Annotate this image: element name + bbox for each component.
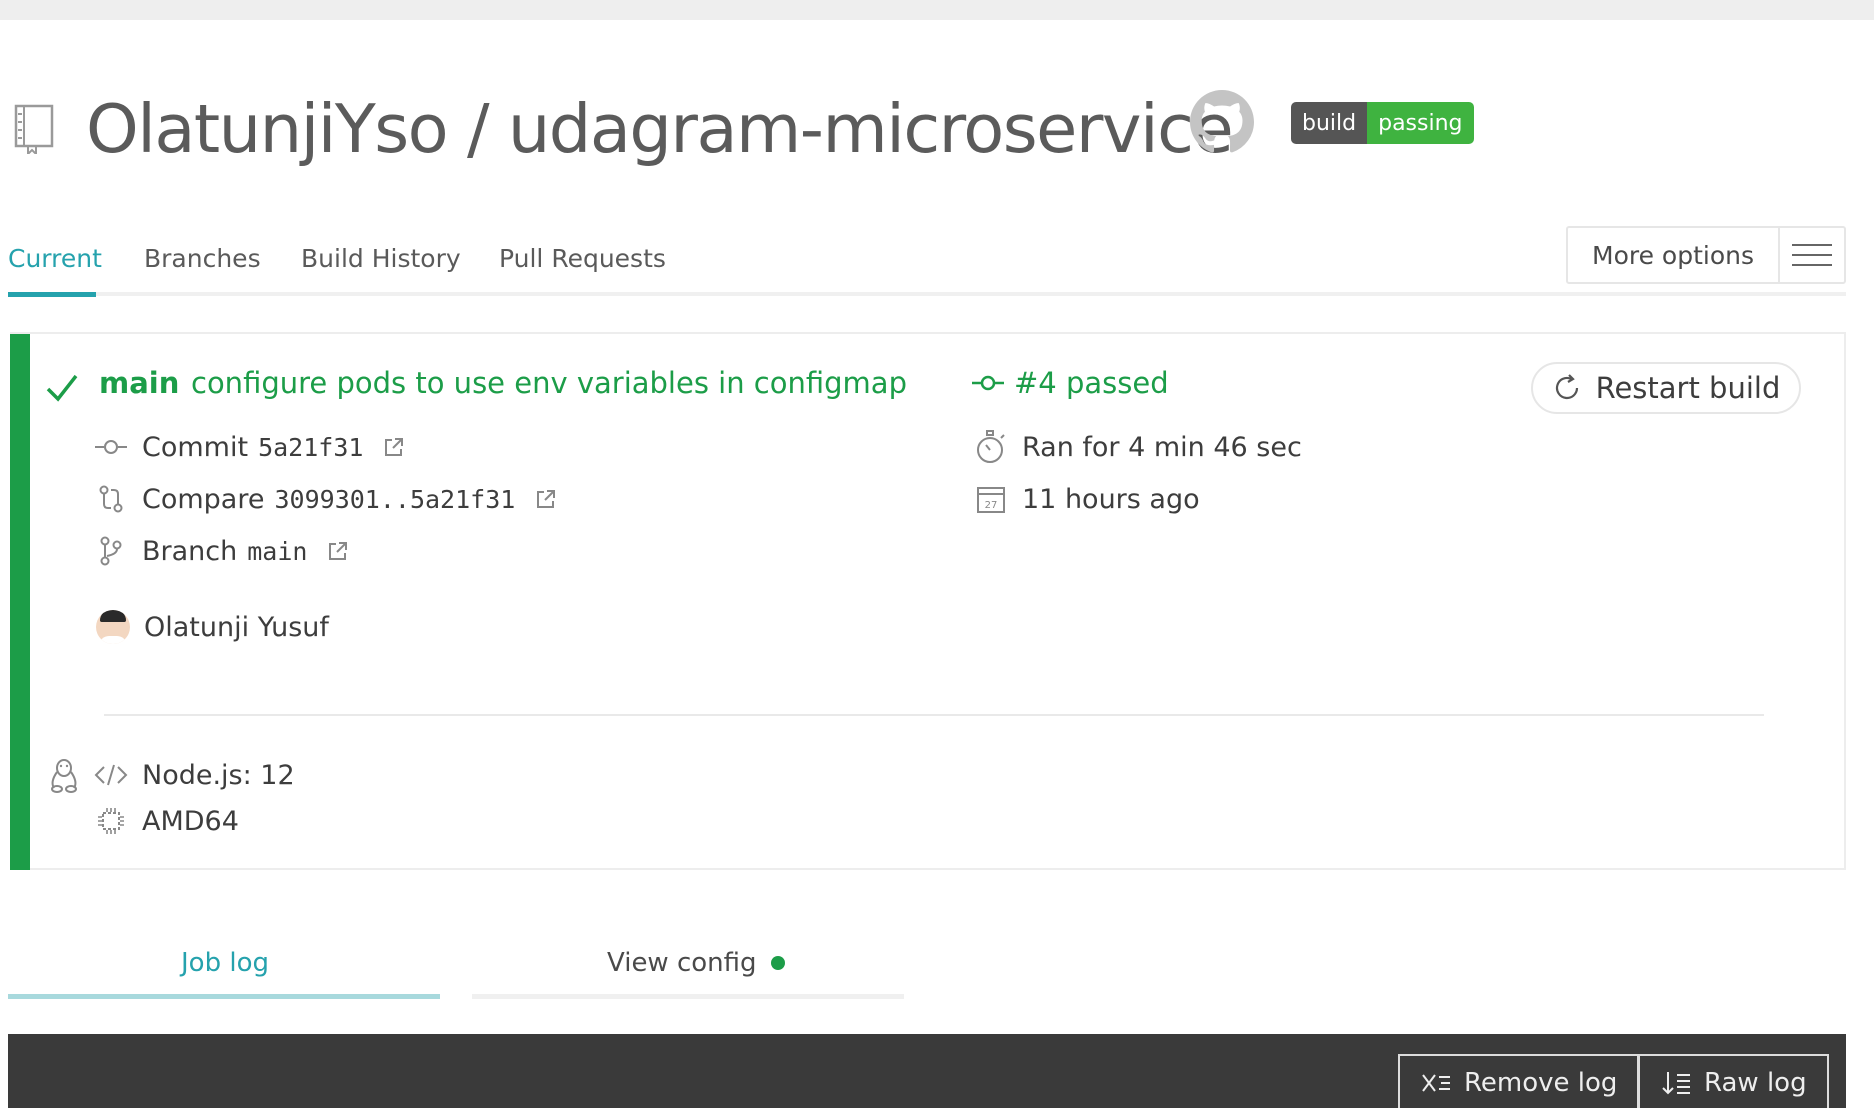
hamburger-icon[interactable]: [1780, 228, 1844, 282]
config-status-dot: [770, 956, 785, 970]
avatar: [96, 610, 130, 644]
commit-icon: [972, 375, 1004, 391]
commit-label: Commit: [142, 431, 249, 463]
external-link-icon[interactable]: [383, 436, 405, 458]
duration-row: Ran for 4 min 46 sec: [974, 430, 1302, 464]
branch-row: Branch main: [94, 534, 349, 568]
repo-icon: [14, 104, 54, 154]
build-card: main configure pods to use env variables…: [10, 332, 1846, 870]
build-status-bar: [10, 334, 30, 870]
language-row: Node.js: 12: [94, 758, 295, 792]
build-status-text: #4 passed: [1014, 366, 1169, 400]
view-config-label: View config: [607, 948, 757, 978]
build-duration: Ran for 4 min 46 sec: [1022, 431, 1302, 463]
compare-row: Compare 3099301..5a21f31: [94, 482, 557, 516]
branch-label: Branch: [142, 535, 238, 567]
more-options-button[interactable]: More options: [1566, 226, 1846, 284]
tab-current[interactable]: Current: [8, 244, 102, 273]
external-link-icon[interactable]: [327, 540, 349, 562]
build-number-status[interactable]: #4 passed: [972, 366, 1169, 400]
author-name: Olatunji Yusuf: [144, 611, 329, 643]
tab-job-log[interactable]: Job log: [181, 948, 269, 978]
restart-build-label: Restart build: [1595, 371, 1781, 405]
restart-icon: [1555, 374, 1578, 400]
check-icon: [46, 374, 78, 402]
branch-value[interactable]: main: [247, 537, 307, 566]
job-log-tab-underline: [8, 994, 440, 999]
commit-row: Commit 5a21f31: [94, 430, 405, 464]
build-status-badge[interactable]: build passing: [1291, 102, 1474, 144]
compare-range[interactable]: 3099301..5a21f31: [274, 485, 515, 514]
remove-log-label: Remove log: [1464, 1068, 1618, 1098]
linux-icon: [51, 759, 77, 793]
tab-pull-requests[interactable]: Pull Requests: [499, 244, 666, 273]
build-branch-link[interactable]: main: [99, 366, 179, 400]
more-options-label: More options: [1568, 228, 1780, 282]
tab-build-history[interactable]: Build History: [301, 244, 461, 273]
view-config-tab-underline: [472, 994, 904, 999]
restart-build-button[interactable]: Restart build: [1531, 362, 1801, 414]
remove-log-icon: [1422, 1074, 1450, 1092]
remove-log-button[interactable]: Remove log: [1398, 1054, 1640, 1108]
commit-message: configure pods to use env variables in c…: [191, 366, 907, 400]
external-link-icon[interactable]: [535, 488, 557, 510]
commit-icon: [95, 440, 127, 454]
language-version: Node.js: 12: [142, 759, 295, 791]
raw-log-button[interactable]: Raw log: [1638, 1054, 1829, 1108]
repo-header: OlatunjiYso / udagram-microservice build…: [0, 78, 1874, 168]
author-row: Olatunji Yusuf: [96, 610, 329, 644]
raw-log-label: Raw log: [1704, 1068, 1807, 1098]
badge-status: passing: [1367, 102, 1474, 144]
commit-sha[interactable]: 5a21f31: [258, 433, 363, 462]
branch-icon: [100, 536, 122, 566]
active-tab-indicator: [8, 292, 96, 297]
tab-view-config[interactable]: View config: [607, 948, 785, 978]
code-icon: [94, 764, 128, 786]
badge-label: build: [1291, 102, 1368, 144]
finished-row: 27 11 hours ago: [974, 482, 1200, 516]
tab-branches[interactable]: Branches: [144, 244, 261, 273]
github-icon[interactable]: [1190, 90, 1254, 154]
architecture: AMD64: [142, 805, 239, 837]
cpu-icon: [98, 808, 124, 834]
browser-top-strip: [0, 0, 1874, 20]
stopwatch-icon: [977, 430, 1005, 463]
arch-row: AMD64: [94, 804, 239, 838]
calendar-icon: 27: [977, 487, 1005, 513]
compare-label: Compare: [142, 483, 265, 515]
raw-log-icon: [1662, 1072, 1690, 1095]
compare-icon: [99, 485, 123, 513]
job-log-panel: Remove log Raw log: [8, 1034, 1846, 1108]
svg-text:27: 27: [985, 500, 998, 511]
build-finished-time: 11 hours ago: [1022, 483, 1200, 515]
repo-title[interactable]: OlatunjiYso / udagram-microservice: [86, 84, 1234, 174]
card-divider: [104, 714, 1764, 716]
